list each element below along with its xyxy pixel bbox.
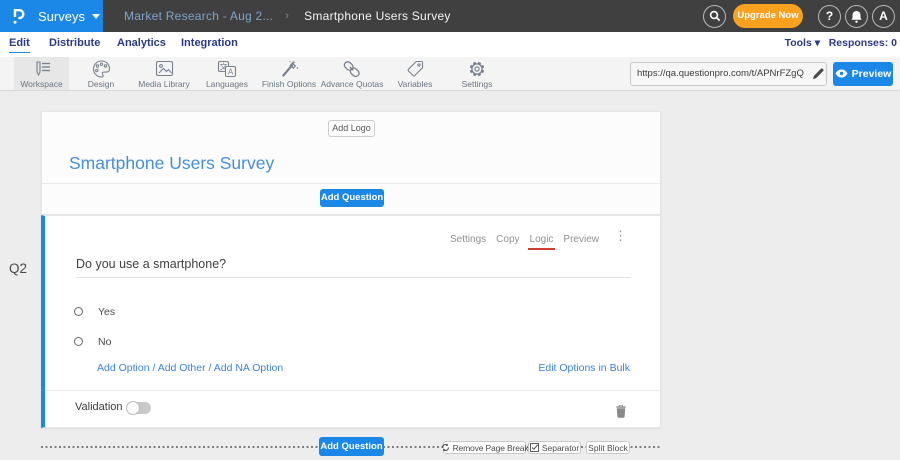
- svg-text:A: A: [228, 68, 234, 77]
